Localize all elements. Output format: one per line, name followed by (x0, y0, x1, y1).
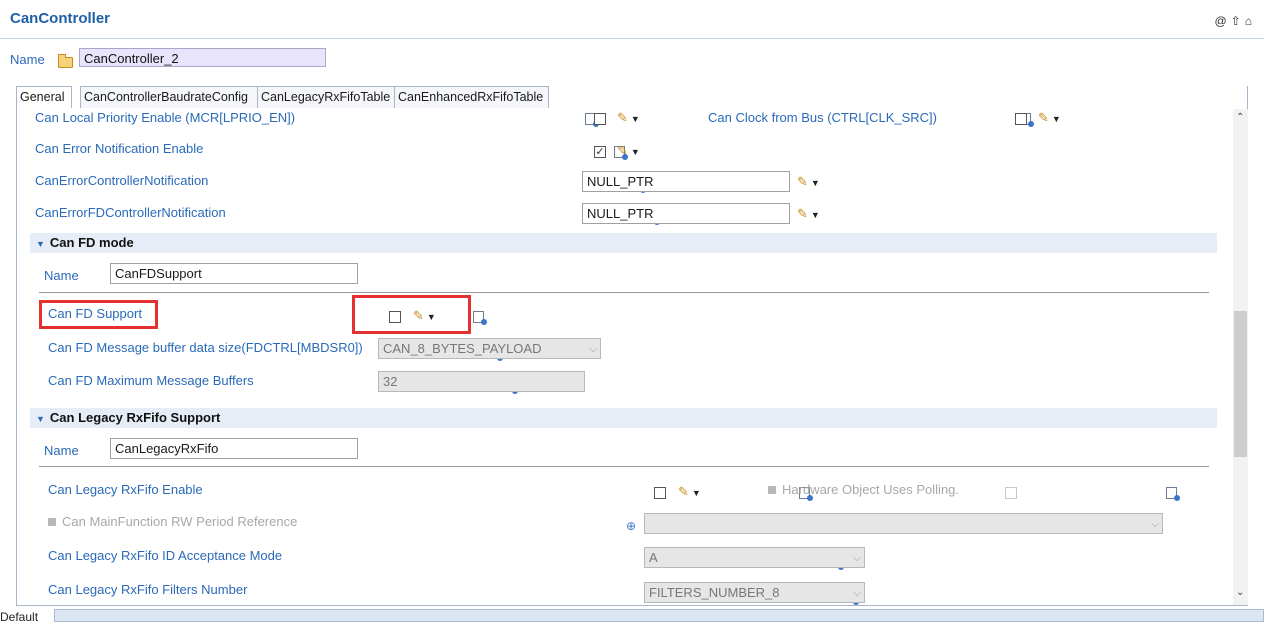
error-fd-ctrl-notification-label: CanErrorFDControllerNotification (35, 205, 226, 220)
config-class-icon (1165, 487, 1180, 501)
error-ctrl-notification-label: CanErrorControllerNotification (35, 173, 209, 188)
legacy-name-label: Name (44, 443, 79, 458)
chevron-down-icon: ⌵ (853, 553, 861, 564)
legacy-name-input[interactable]: CanLegacyRxFifo (110, 438, 358, 459)
fd-mb-data-size-label: Can FD Message buffer data size(FDCTRL[M… (48, 340, 363, 355)
reference-globe-icon: ⊕ (626, 519, 637, 533)
chevron-down-icon: ⌵ (1151, 519, 1159, 530)
footer-bar (54, 609, 1264, 622)
fd-mode-section-header[interactable]: ▼ Can FD mode (30, 233, 1217, 253)
name-label: Name (10, 52, 45, 67)
fd-mode-section-title: Can FD mode (49, 235, 134, 250)
disabled-marker-icon (768, 486, 776, 494)
pencil-icon: ✎ (617, 110, 628, 125)
error-ctrl-notification-input[interactable]: NULL_PTR (582, 171, 790, 192)
fd-section-separator (39, 292, 1209, 293)
fd-name-label: Name (44, 268, 79, 283)
folder-icon (58, 54, 73, 68)
error-notification-edit[interactable]: ✎ ▼ (617, 143, 640, 159)
dropdown-arrow-icon: ▼ (630, 114, 640, 124)
legacy-enable-checkbox[interactable] (654, 487, 666, 499)
hw-polling-label: Hardware Object Uses Polling. (768, 482, 959, 497)
id-acceptance-label: Can Legacy RxFifo ID Acceptance Mode (48, 548, 283, 563)
clock-from-bus-checkbox[interactable] (1015, 113, 1027, 125)
error-fd-ctrl-notification-edit[interactable]: ✎ ▼ (797, 206, 820, 222)
chevron-down-icon: ⌵ (589, 344, 597, 355)
fd-support-control-highlight (352, 295, 471, 334)
error-fd-ctrl-notification-input[interactable]: NULL_PTR (582, 203, 790, 224)
disabled-marker-icon (48, 518, 56, 526)
dropdown-arrow-icon: ▼ (630, 147, 640, 157)
error-notification-label: Can Error Notification Enable (35, 141, 204, 156)
collapse-triangle-icon: ▼ (36, 239, 45, 249)
collapse-triangle-icon: ▼ (36, 414, 45, 424)
error-ctrl-notification-edit[interactable]: ✎ ▼ (797, 174, 820, 190)
pencil-icon: ✎ (797, 206, 808, 221)
tab-enhanced-rxfifo-table[interactable]: CanEnhancedRxFifoTable (394, 86, 549, 108)
legacy-rxfifo-section-title: Can Legacy RxFifo Support (49, 410, 221, 425)
dropdown-arrow-icon: ▼ (1051, 114, 1061, 124)
local-priority-label: Can Local Priority Enable (MCR[LPRIO_EN]… (35, 110, 296, 125)
header-divider (0, 38, 1264, 39)
pencil-icon: ✎ (1038, 110, 1049, 125)
tab-legacy-rxfifo-table[interactable]: CanLegacyRxFifoTable (257, 86, 398, 108)
name-input[interactable]: CanController_2 (79, 48, 326, 67)
legacy-rxfifo-section-header[interactable]: ▼ Can Legacy RxFifo Support (30, 408, 1217, 428)
local-priority-checkbox[interactable] (594, 113, 606, 125)
tab-baudrate-config[interactable]: CanControllerBaudrateConfig (80, 86, 261, 108)
hw-polling-text: Hardware Object Uses Polling. (782, 482, 960, 497)
fd-support-edit[interactable]: ✎ ▼ (413, 308, 436, 324)
header-icons: @⇧⌂ (1215, 14, 1257, 28)
dropdown-arrow-icon: ▼ (691, 488, 701, 498)
legacy-enable-label: Can Legacy RxFifo Enable (48, 482, 203, 497)
dropdown-arrow-icon: ▼ (810, 210, 820, 220)
filters-number-select[interactable]: FILTERS_NUMBER_8 ⌵ (644, 582, 865, 603)
clock-from-bus-edit[interactable]: ✎ ▼ (1038, 110, 1061, 126)
pencil-icon: ✎ (797, 174, 808, 189)
pencil-icon: ✎ (413, 308, 424, 323)
config-class-icon (473, 311, 488, 325)
page-title: CanController (10, 10, 111, 27)
filters-number-label: Can Legacy RxFifo Filters Number (48, 582, 248, 597)
chevron-down-icon: ⌵ (853, 588, 861, 599)
id-acceptance-value: A (649, 550, 658, 565)
hw-polling-checkbox[interactable] (1005, 487, 1017, 499)
fd-mb-data-size-value: CAN_8_BYTES_PAYLOAD (383, 341, 542, 356)
scrollbar-thumb[interactable] (1234, 311, 1247, 457)
local-priority-edit[interactable]: ✎ ▼ (617, 110, 640, 126)
fd-mb-data-size-select[interactable]: CAN_8_BYTES_PAYLOAD ⌵ (378, 338, 601, 359)
home-icon[interactable]: ⌂ (1245, 14, 1256, 28)
scroll-down-arrow-icon[interactable]: ⌄ (1236, 587, 1244, 598)
fd-support-label: Can FD Support (48, 306, 142, 321)
fd-name-input[interactable]: CanFDSupport (110, 263, 358, 284)
dropdown-arrow-icon: ▼ (426, 312, 436, 322)
id-acceptance-select[interactable]: A ⌵ (644, 547, 865, 568)
scroll-up-arrow-icon[interactable]: ⌃ (1236, 112, 1244, 123)
tab-general[interactable]: General (16, 86, 72, 108)
fd-support-checkbox[interactable] (389, 311, 401, 323)
error-notification-checkbox[interactable]: ✓ (594, 146, 606, 158)
fd-max-mb-label: Can FD Maximum Message Buffers (48, 373, 254, 388)
legacy-enable-edit[interactable]: ✎ ▼ (678, 484, 701, 500)
mainfunction-label: Can MainFunction RW Period Reference (48, 514, 297, 529)
mainfunction-text: Can MainFunction RW Period Reference (62, 514, 298, 529)
fd-max-mb-input[interactable]: 32 (378, 371, 585, 392)
legacy-section-separator (39, 466, 1209, 467)
mainfunction-select[interactable]: ⌵ (644, 513, 1163, 534)
at-icon[interactable]: @ (1215, 14, 1231, 28)
filters-number-value: FILTERS_NUMBER_8 (649, 585, 780, 600)
clock-from-bus-label: Can Clock from Bus (CTRL[CLK_SRC]) (708, 110, 937, 125)
dropdown-arrow-icon: ▼ (810, 178, 820, 188)
up-arrow-icon[interactable]: ⇧ (1231, 14, 1245, 28)
pencil-icon: ✎ (617, 143, 628, 158)
pencil-icon: ✎ (678, 484, 689, 499)
